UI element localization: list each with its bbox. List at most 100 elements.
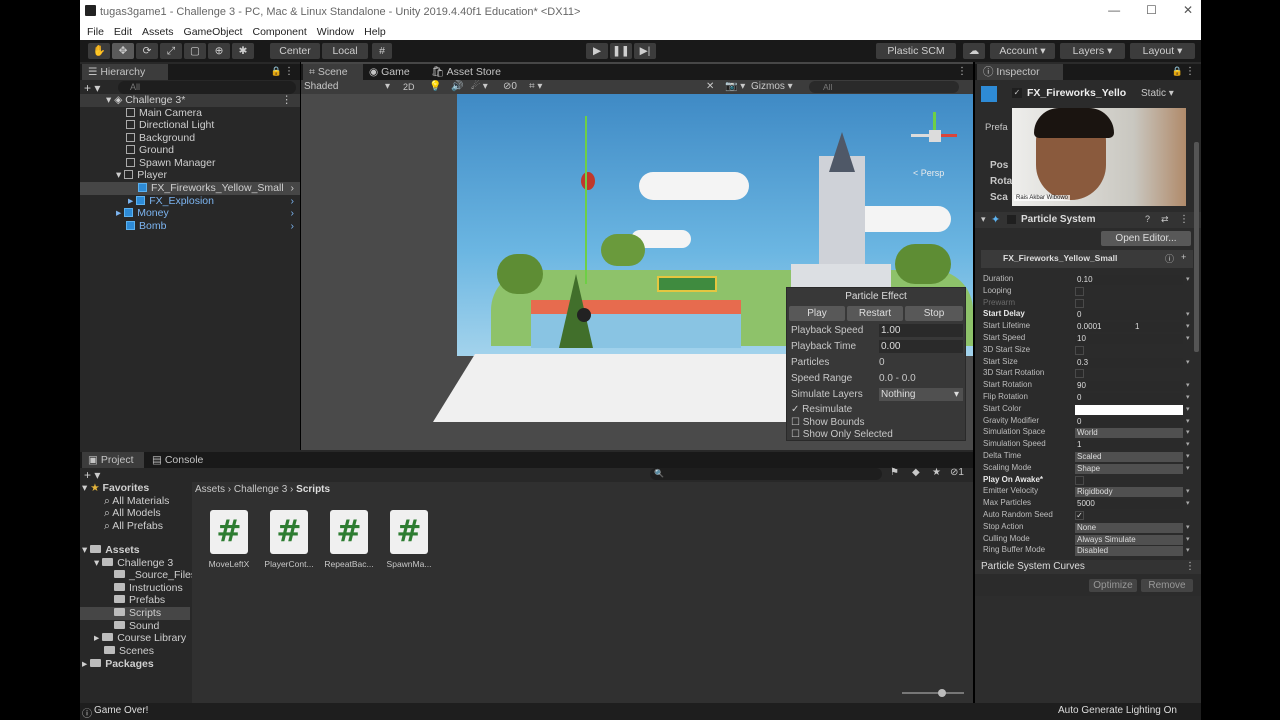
- menu-edit[interactable]: Edit: [109, 25, 137, 40]
- grid-snap-icon[interactable]: #: [372, 43, 392, 59]
- particle-system-header[interactable]: ▾ ✦ Particle System ? ⇄ ⋮: [975, 212, 1201, 228]
- property-dropdown[interactable]: Always Simulate: [1075, 535, 1183, 545]
- persp-label[interactable]: < Persp: [913, 168, 944, 178]
- folder-source-files[interactable]: _Source_Files: [114, 569, 196, 582]
- tab-inspector[interactable]: ⓘ Inspector: [977, 64, 1063, 80]
- lighting-icon[interactable]: 💡: [429, 80, 441, 94]
- property-dropdown[interactable]: None: [1075, 523, 1183, 533]
- assets-node[interactable]: ▾ Assets: [82, 544, 140, 557]
- tab-project[interactable]: ▣ Project: [82, 452, 144, 468]
- lock-icon[interactable]: 🔒: [1172, 66, 1183, 77]
- step-button[interactable]: ▶|: [634, 43, 656, 59]
- dropdown-arrow-icon[interactable]: ▾: [1186, 452, 1190, 460]
- minimize-button[interactable]: —: [1108, 3, 1120, 17]
- dropdown-arrow-icon[interactable]: ▾: [1186, 334, 1190, 342]
- color-swatch[interactable]: [1075, 405, 1183, 415]
- search-input[interactable]: All: [118, 81, 296, 94]
- menu-assets[interactable]: Assets: [137, 25, 179, 40]
- orientation-gizmo[interactable]: [911, 112, 959, 160]
- effects-icon[interactable]: ☄ ▾: [471, 80, 488, 94]
- dropdown-arrow-icon[interactable]: ▾: [1186, 405, 1190, 413]
- tab-game[interactable]: ◉ Game: [363, 64, 427, 80]
- menu-component[interactable]: Component: [247, 25, 311, 40]
- script-label-repeatbackground[interactable]: RepeatBac...: [319, 559, 379, 569]
- project-search-input[interactable]: 🔍: [650, 468, 882, 480]
- stop-effect-button[interactable]: Stop: [905, 306, 963, 321]
- show-bounds-checkbox[interactable]: ☐ Show Bounds: [791, 417, 864, 428]
- scene-search-input[interactable]: All: [809, 81, 959, 93]
- tab-scene[interactable]: ⌗ Scene: [303, 64, 363, 80]
- filter-label-icon[interactable]: ◆: [912, 467, 920, 478]
- restart-effect-button[interactable]: Restart: [847, 306, 903, 321]
- curves-menu-icon[interactable]: ⋮: [1185, 561, 1195, 572]
- dropdown-arrow-icon[interactable]: ▾: [1186, 464, 1190, 472]
- curves-header[interactable]: Particle System Curves ⋮: [975, 560, 1201, 574]
- dropdown-arrow-icon[interactable]: ▾: [1186, 358, 1190, 366]
- dropdown-arrow-icon[interactable]: ▾: [1186, 322, 1190, 330]
- maximize-button[interactable]: ☐: [1146, 3, 1157, 17]
- property-field[interactable]: 90: [1075, 381, 1183, 391]
- property-checkbox[interactable]: [1075, 476, 1084, 485]
- component-enabled-checkbox[interactable]: [1007, 215, 1016, 224]
- csharp-script-icon[interactable]: #: [210, 510, 248, 554]
- particle-module-header[interactable]: FX_Fireworks_Yellow_Small ⓘ +: [981, 250, 1193, 268]
- property-field[interactable]: 0.3: [1075, 358, 1183, 368]
- play-effect-button[interactable]: Play: [789, 306, 845, 321]
- script-label-moveleftx[interactable]: MoveLeftX: [199, 559, 259, 569]
- hand-tool-icon[interactable]: ✋: [88, 43, 110, 59]
- rect-tool-icon[interactable]: ▢: [184, 43, 206, 59]
- script-label-spawnmanager[interactable]: SpawnMa...: [379, 559, 439, 569]
- rotate-tool-icon[interactable]: ⟳: [136, 43, 158, 59]
- property-field[interactable]: 5000: [1075, 499, 1183, 509]
- shading-dropdown[interactable]: Shaded ▾: [304, 80, 392, 94]
- simulate-layers-dropdown[interactable]: Nothing ▾: [879, 388, 963, 401]
- property-checkbox[interactable]: ✓: [1075, 511, 1084, 520]
- pivot-local-button[interactable]: Local: [322, 43, 368, 59]
- dropdown-arrow-icon[interactable]: ▾: [1186, 535, 1190, 543]
- tab-console[interactable]: ▤ Console: [146, 452, 216, 468]
- static-toggle[interactable]: Static ▾: [1141, 88, 1174, 99]
- hierarchy-item-fx-fireworks[interactable]: FX_Fireworks_Yellow_Small ›: [80, 182, 300, 195]
- hierarchy-item-bomb[interactable]: Bomb ›: [80, 220, 300, 233]
- more-menu-icon[interactable]: ⋮: [284, 66, 294, 77]
- dropdown-arrow-icon[interactable]: ▾: [1186, 499, 1190, 507]
- tools-icon[interactable]: ✕: [706, 80, 714, 94]
- property-field[interactable]: 0: [1075, 393, 1183, 403]
- property-field[interactable]: 0.10: [1075, 275, 1183, 285]
- property-field-max[interactable]: 1: [1133, 322, 1183, 332]
- hierarchy-item-ground[interactable]: Ground: [126, 144, 174, 157]
- property-checkbox[interactable]: [1075, 287, 1084, 296]
- favorite-all-prefabs[interactable]: ⌕ All Prefabs: [104, 520, 163, 533]
- mode-2d-toggle[interactable]: 2D: [403, 80, 415, 94]
- dropdown-arrow-icon[interactable]: ▾: [1186, 417, 1190, 425]
- open-editor-button[interactable]: Open Editor...: [1101, 231, 1191, 246]
- lock-icon[interactable]: 🔒: [271, 66, 282, 77]
- menu-window[interactable]: Window: [312, 25, 359, 40]
- more-menu-icon[interactable]: ⋮: [957, 66, 967, 77]
- dropdown-arrow-icon[interactable]: ▾: [1186, 440, 1190, 448]
- audio-icon[interactable]: 🔊: [451, 80, 463, 94]
- hidden-packages-counter[interactable]: ⊘1: [950, 467, 964, 478]
- remove-button[interactable]: Remove: [1141, 579, 1193, 592]
- favorite-star-icon[interactable]: ★: [932, 467, 941, 478]
- play-button[interactable]: ▶: [586, 43, 608, 59]
- dropdown-arrow-icon[interactable]: ▾: [1186, 546, 1190, 554]
- folder-scripts[interactable]: Scripts: [80, 607, 190, 620]
- playback-time-field[interactable]: 0.00: [879, 340, 963, 353]
- folder-course-library[interactable]: ▸ Course Library: [94, 632, 186, 645]
- breadcrumb-assets[interactable]: Assets: [195, 484, 225, 495]
- dropdown-arrow-icon[interactable]: ▾: [1186, 523, 1190, 531]
- close-button[interactable]: ✕: [1183, 3, 1193, 17]
- move-gizmo-y-axis[interactable]: [585, 116, 587, 284]
- menu-gameobject[interactable]: GameObject: [179, 25, 248, 40]
- dropdown-arrow-icon[interactable]: ▾: [1186, 487, 1190, 495]
- property-checkbox[interactable]: [1075, 369, 1084, 378]
- property-dropdown[interactable]: World: [1075, 428, 1183, 438]
- hidden-objects-counter[interactable]: ⊘0: [503, 80, 517, 94]
- favorites-node[interactable]: ▾ ★ Favorites: [82, 482, 149, 495]
- property-dropdown[interactable]: Disabled: [1075, 546, 1183, 556]
- property-checkbox[interactable]: [1075, 299, 1084, 308]
- property-field[interactable]: 0: [1075, 310, 1183, 320]
- add-button[interactable]: + ▾: [84, 81, 100, 95]
- scale-tool-icon[interactable]: ⤢: [160, 43, 182, 59]
